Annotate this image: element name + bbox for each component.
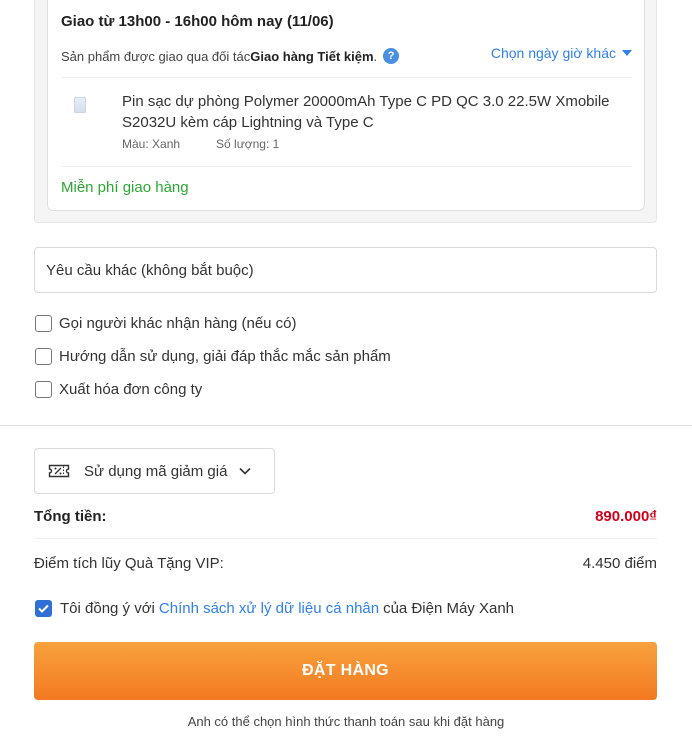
checkout-page: Giao từ 13h00 - 16h00 hôm nay (11/06) Sả… [0,0,692,756]
other-request-input[interactable] [34,247,657,293]
divider [61,77,632,78]
payment-note: Anh có thể chọn hình thức thanh toán sau… [187,714,505,729]
agreement-checkbox[interactable] [35,600,52,617]
free-shipping-label: Miễn phí giao hàng [61,179,189,196]
coupon-label: Sử dụng mã giảm giá [84,462,228,480]
check-icon [38,604,49,613]
partner-name: Giao hàng Tiết kiệm [250,48,374,64]
use-coupon-button[interactable]: Sử dụng mã giảm giá [34,448,275,494]
partner-suffix: . [373,48,378,64]
delivery-section: Giao từ 13h00 - 16h00 hôm nay (11/06) Sả… [34,0,657,223]
agreement-row: Tôi đồng ý với Chính sách xử lý dữ liệu … [35,600,514,617]
total-value: 890.000₫ [595,508,657,525]
option-label: Gọi người khác nhận hàng (nếu có) [59,314,297,332]
section-divider [0,425,692,426]
vip-points-value: 4.450 điểm [582,555,657,572]
delivery-time-title: Giao từ 13h00 - 16h00 hôm nay (11/06) [61,13,334,30]
divider [34,538,657,539]
agreement-suffix: của Điện Máy Xanh [383,600,514,617]
divider [61,166,632,167]
product-thumbnail [74,97,86,113]
checkbox[interactable] [35,347,52,365]
total-label: Tổng tiền: [34,508,107,525]
product-quantity: Số lượng: 1 [216,137,280,151]
privacy-policy-link[interactable]: Chính sách xử lý dữ liệu cá nhân [159,600,379,617]
product-color: Màu: Xanh [122,137,181,151]
product-name: Pin sạc dự phòng Polymer 20000mAh Type C… [122,93,610,131]
checkbox[interactable] [35,380,52,398]
coupon-ticket-icon [48,464,70,478]
caret-down-icon [622,50,632,56]
choose-time-label: Chọn ngày giờ khác [490,45,616,61]
option-usage-guide[interactable]: Hướng dẫn sử dụng, giải đáp thắc mắc sản… [35,346,391,366]
choose-other-time-link[interactable]: Chọn ngày giờ khác [491,45,632,61]
checkbox[interactable] [35,314,52,332]
chevron-down-icon [239,467,252,475]
option-label: Hướng dẫn sử dụng, giải đáp thắc mắc sản… [59,347,391,365]
option-label: Xuất hóa đơn công ty [59,380,203,398]
option-company-invoice[interactable]: Xuất hóa đơn công ty [35,379,202,399]
delivery-card: Giao từ 13h00 - 16h00 hôm nay (11/06) Sả… [47,0,645,211]
product-meta: Màu: Xanh Số lượng: 1 [122,137,279,151]
option-call-other-receiver[interactable]: Gọi người khác nhận hàng (nếu có) [35,313,297,333]
help-icon[interactable]: ? [383,48,400,64]
place-order-button[interactable]: ĐẶT HÀNG [34,642,657,700]
partner-prefix: Sản phẩm được giao qua đối tác [61,48,251,64]
vip-points-label: Điểm tích lũy Quà Tặng VIP: [34,555,224,572]
agreement-prefix: Tôi đồng ý với [60,600,155,617]
